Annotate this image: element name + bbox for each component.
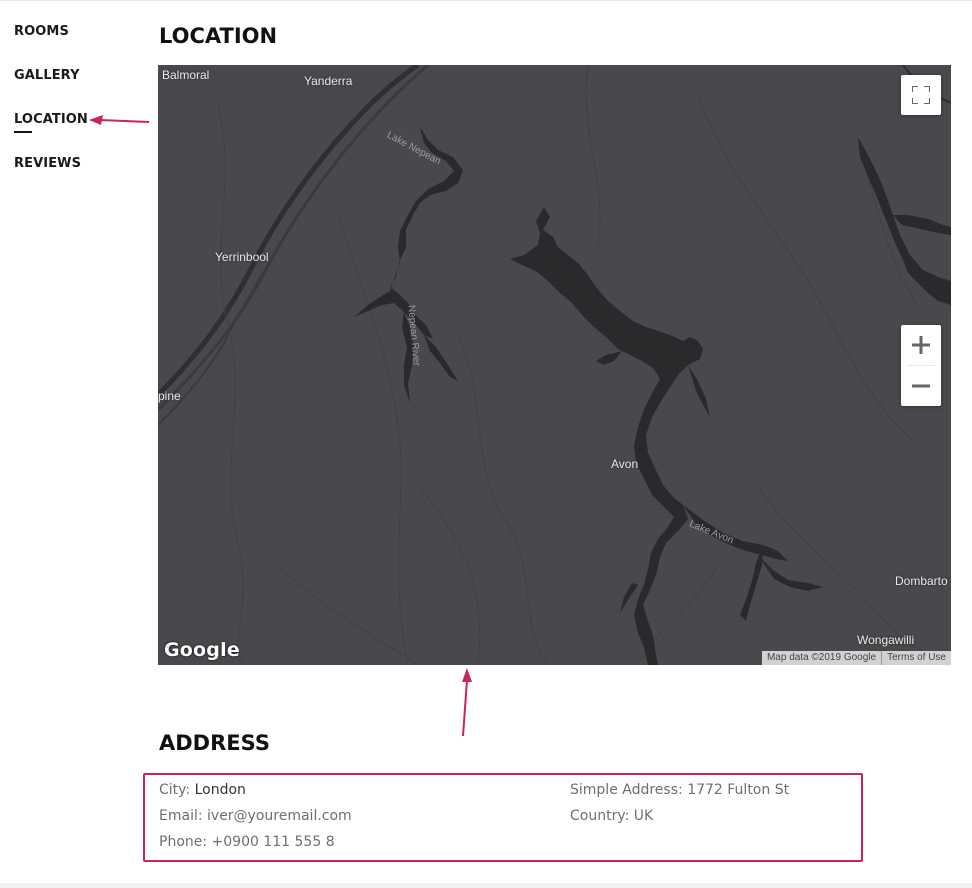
address-country-label: Country: [570, 808, 634, 824]
minus-icon [912, 384, 930, 388]
nav-item-rooms[interactable]: ROOMS [14, 22, 134, 66]
fullscreen-button[interactable] [901, 75, 941, 115]
address-city-value: London [194, 782, 246, 798]
map-attribution: Map data ©2019 Google Terms of Use [761, 651, 951, 665]
section-nav: ROOMS GALLERY LOCATION REVIEWS [14, 22, 134, 198]
top-divider [0, 0, 972, 1]
arrow-to-map [462, 668, 472, 737]
zoom-in-button[interactable] [901, 325, 941, 365]
nav-item-gallery[interactable]: GALLERY [14, 66, 134, 110]
map-place-label: Yerrinbool [215, 250, 269, 264]
address-phone-label: Phone: [159, 834, 212, 850]
address-email-label: Email: [159, 808, 208, 824]
address-country: Country: UK [570, 808, 653, 824]
address-country-value: UK [633, 808, 654, 824]
location-title: LOCATION [159, 24, 278, 48]
zoom-out-button[interactable] [901, 366, 941, 406]
address-city: City: London [159, 782, 246, 798]
address-email: Email: iver@youremail.com [159, 808, 352, 824]
plus-icon [912, 336, 930, 354]
address-title: ADDRESS [159, 731, 270, 755]
address-phone-value: +0900 111 555 8 [211, 834, 335, 850]
zoom-control [901, 325, 941, 406]
address-email-value[interactable]: iver@youremail.com [207, 808, 352, 824]
address-simple-value: 1772 Fulton St [687, 782, 790, 798]
nav-item-location[interactable]: LOCATION [14, 110, 134, 154]
terms-of-use-link[interactable]: Terms of Use [881, 651, 951, 665]
map-place-label: pine [158, 389, 181, 403]
nav-item-reviews[interactable]: REVIEWS [14, 154, 134, 198]
map-view[interactable]: Balmoral Yanderra Yerrinbool pine Avon D… [158, 65, 951, 665]
fullscreen-icon [912, 86, 930, 104]
address-city-label: City: [159, 782, 195, 798]
map-terrain [158, 65, 951, 665]
google-logo: Google [164, 639, 240, 661]
map-data-credit: Map data ©2019 Google [761, 651, 882, 665]
map-place-label: Yanderra [304, 74, 353, 88]
map-place-label: Avon [611, 457, 639, 471]
address-phone: Phone: +0900 111 555 8 [159, 834, 335, 850]
address-simple-label: Simple Address: [570, 782, 688, 798]
address-highlight-box: City: London Email: iver@youremail.com P… [143, 773, 863, 862]
address-simple: Simple Address: 1772 Fulton St [570, 782, 789, 798]
map-place-label: Dombarto [895, 574, 948, 588]
bottom-divider [0, 883, 972, 888]
map-place-label: Wongawilli [857, 633, 915, 647]
map-place-label: Balmoral [162, 68, 210, 82]
